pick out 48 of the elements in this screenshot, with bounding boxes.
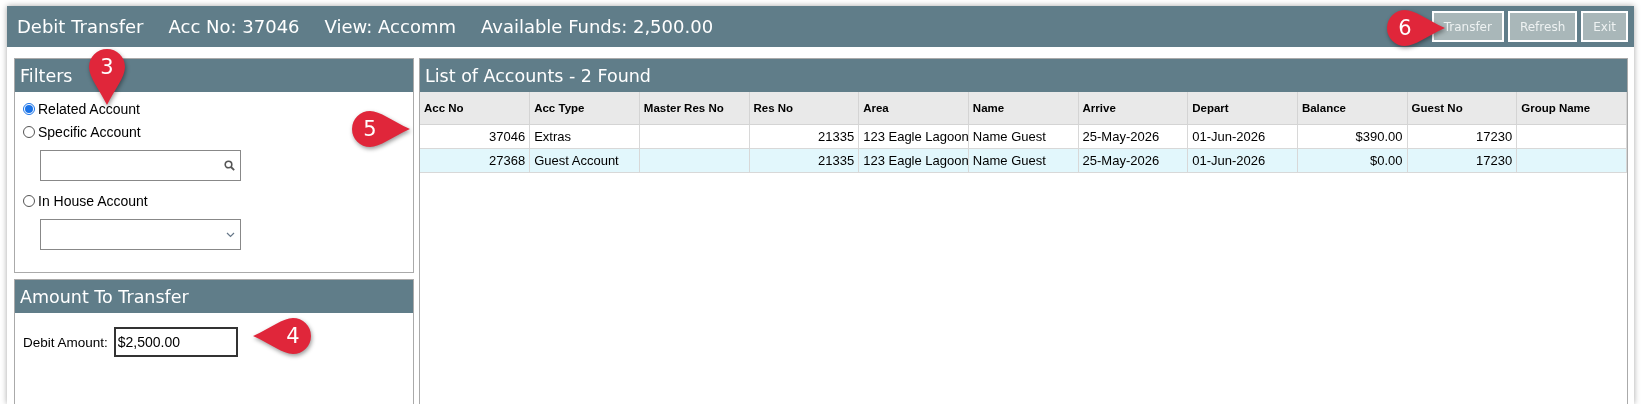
dropdown-field[interactable] (40, 219, 241, 250)
table-cell: 37046 (420, 124, 530, 149)
field-label: Debit Amount: (23, 334, 108, 350)
table-cell: 25-May-2026 (1078, 148, 1188, 173)
available-funds: Available Funds: 2,500.00 (480, 16, 714, 37)
table-cell: Extras (529, 124, 640, 149)
table-cell: Guest Account (529, 148, 640, 173)
window-title: Debit Transfer (17, 16, 144, 37)
view-label: View: Accomm (324, 16, 456, 37)
table-cell: 123 Eagle Lagoon (858, 148, 969, 173)
search-field[interactable] (40, 150, 241, 181)
chevron-down-icon (226, 231, 235, 238)
radio-button[interactable] (23, 103, 35, 115)
column-header[interactable]: Arrive (1078, 92, 1188, 125)
table-cell: 27368 (420, 148, 530, 173)
column-header[interactable]: Acc No (420, 92, 530, 125)
callout-marker: 5 (350, 109, 412, 149)
table-cell: 01-Jun-2026 (1187, 124, 1298, 149)
callout-marker: 4 (251, 316, 313, 356)
column-header[interactable]: Balance (1297, 92, 1408, 125)
column-header[interactable]: Area (858, 92, 969, 125)
panel-header: List of Accounts - 2 Found (420, 59, 1627, 92)
table-cell: 17230 (1407, 148, 1517, 173)
option-label: In House Account (38, 193, 148, 209)
radio-button[interactable] (23, 195, 35, 207)
table-cell: $390.00 (1297, 124, 1408, 149)
table-cell: 123 Eagle Lagoon (858, 124, 969, 149)
table-cell: $0.00 (1297, 148, 1408, 173)
column-header[interactable]: Master Res No (639, 92, 749, 125)
panel-header: Amount To Transfer (15, 280, 413, 313)
search-icon (224, 160, 235, 171)
column-header[interactable]: Name (968, 92, 1079, 125)
table-cell: 25-May-2026 (1078, 124, 1188, 149)
radio-button[interactable] (23, 126, 35, 138)
table-cell: 21335 (749, 148, 859, 173)
column-header[interactable]: Acc Type (529, 92, 640, 125)
table-cell: 01-Jun-2026 (1187, 148, 1298, 173)
table-cell: Name Guest (968, 148, 1079, 173)
account-number: Acc No: 37046 (168, 16, 300, 37)
amount-field[interactable]: $2,500.00 (113, 327, 238, 357)
column-header[interactable]: Guest No (1407, 92, 1517, 125)
table-cell: 21335 (749, 124, 859, 149)
option-label: Specific Account (38, 124, 141, 140)
column-header[interactable]: Res No (749, 92, 859, 125)
table-cell: Name Guest (968, 124, 1079, 149)
column-header[interactable]: Group Name (1516, 92, 1627, 125)
table-cell: 17230 (1407, 124, 1517, 149)
column-header[interactable]: Depart (1187, 92, 1298, 125)
